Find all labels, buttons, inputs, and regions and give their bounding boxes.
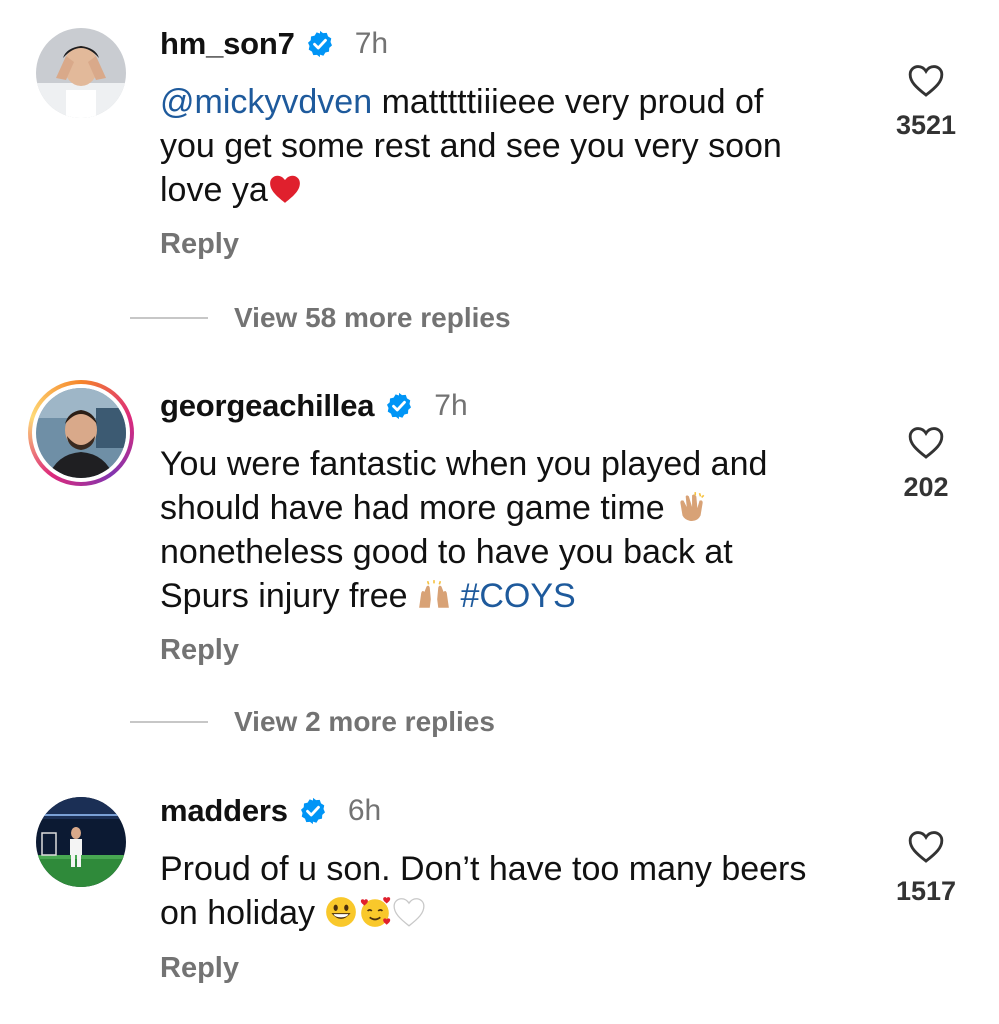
view-more-replies[interactable]: View 58 more replies: [130, 298, 511, 338]
comment-time: 7h: [354, 27, 389, 60]
comment-header: georgeachillea 7h: [160, 386, 468, 426]
comment-text: Proud of u son. Don’t have too many beer…: [160, 847, 860, 935]
heart-outline-icon[interactable]: [907, 62, 945, 98]
comment-text-line: Spurs injury free: [160, 577, 408, 615]
username[interactable]: madders: [160, 793, 288, 829]
heart-outline-icon[interactable]: [907, 424, 945, 460]
comment-text: @mickyvdven matttttiiieee very proud of …: [160, 80, 860, 212]
hashtag-link[interactable]: #COYS: [460, 577, 575, 615]
view-more-replies[interactable]: View 2 more replies: [130, 702, 495, 742]
comment-text-line: on holiday: [160, 894, 316, 932]
like-count: 1517: [895, 876, 957, 906]
raising-hands-emoji: [419, 580, 449, 608]
verified-badge-icon: [300, 797, 325, 825]
comment-text-line: You were fantastic when you played and: [160, 445, 768, 483]
divider-line: [130, 317, 208, 319]
comment-text-line: matttttiiieee very proud of: [372, 83, 764, 121]
story-ring[interactable]: [28, 380, 134, 486]
avatar-georgeachillea[interactable]: [36, 388, 126, 478]
red-heart-emoji: [269, 175, 300, 203]
like-container: 1517: [881, 828, 971, 907]
smiling-face-with-hearts-emoji: [361, 897, 391, 927]
view-replies-label[interactable]: View 2 more replies: [234, 706, 495, 738]
mention-link[interactable]: @mickyvdven: [160, 83, 372, 121]
like-count: 202: [903, 472, 949, 502]
white-heart-emoji: [393, 898, 425, 927]
reply-button[interactable]: Reply: [160, 228, 239, 261]
comment-time: 7h: [434, 389, 468, 422]
comment-text-line: you get some rest and see you very soon: [160, 127, 782, 165]
like-count: 3521: [895, 110, 957, 140]
like-container: 3521: [881, 62, 971, 141]
comment-text-line: nonetheless good to have you back at: [160, 533, 733, 571]
heart-outline-icon[interactable]: [907, 828, 945, 864]
clapping-hands-emoji: [680, 492, 705, 521]
grinning-face-emoji: [326, 897, 357, 927]
comment-text-line: love ya: [160, 171, 268, 209]
comment-header: madders 6h: [160, 791, 381, 831]
avatar-madders[interactable]: [36, 797, 126, 887]
view-replies-label[interactable]: View 58 more replies: [234, 302, 511, 334]
comment-text-line: Proud of u son. Don’t have too many beer…: [160, 850, 807, 888]
reply-button[interactable]: Reply: [160, 634, 239, 667]
verified-badge-icon: [387, 392, 412, 420]
verified-badge-icon: [307, 30, 332, 58]
username[interactable]: hm_son7: [160, 26, 295, 62]
like-container: 202: [881, 424, 971, 503]
username[interactable]: georgeachillea: [160, 388, 374, 424]
comment-header: hm_son7 7h: [160, 24, 388, 64]
comment-time: 6h: [347, 794, 382, 827]
reply-button[interactable]: Reply: [160, 952, 239, 985]
comment-text: You were fantastic when you played and s…: [160, 442, 860, 618]
divider-line: [130, 721, 208, 723]
comment-text-line: should have had more game time: [160, 489, 665, 527]
avatar-hm-son7[interactable]: [36, 28, 126, 118]
